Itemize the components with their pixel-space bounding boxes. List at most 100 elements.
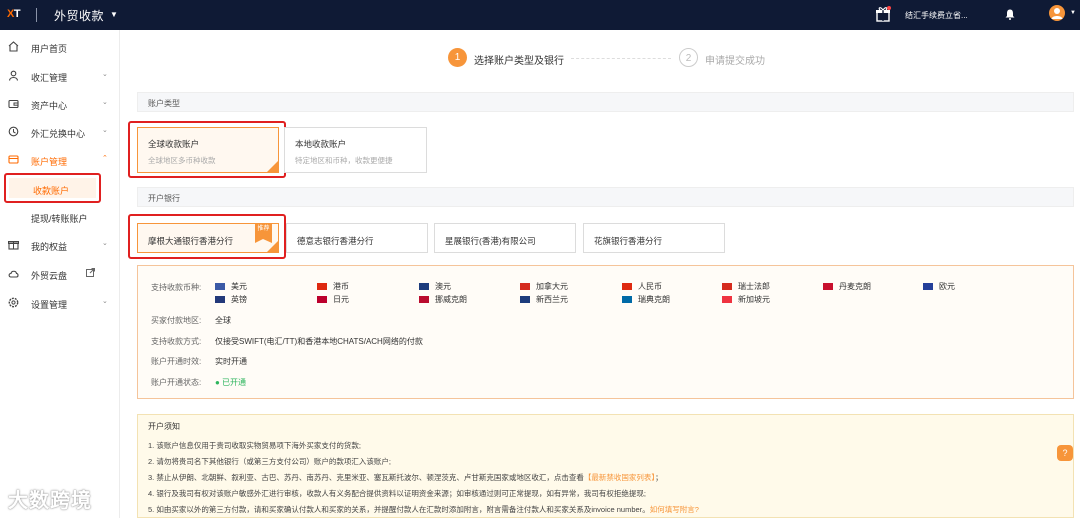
section-title: 账户类型 [148, 99, 180, 108]
notice-title: 开户须知 [148, 422, 180, 431]
user-icon [8, 70, 19, 81]
currency-item: 瑞典克朗 [622, 294, 670, 305]
external-link-icon [86, 268, 95, 279]
sidebar-item-label: 我的权益 [31, 242, 68, 252]
chevron-down-icon: ⌄ [102, 99, 108, 106]
option-title: 星展银行(香港)有限公司 [445, 236, 536, 246]
flag-icon [520, 283, 530, 290]
gift-icon[interactable] [876, 6, 891, 22]
currency-item: 美元 [215, 281, 247, 292]
currency-item: 瑞士法郎 [722, 281, 770, 292]
currency-item: 港币 [317, 281, 349, 292]
currency-item: 英镑 [215, 294, 247, 305]
currency-item: 日元 [317, 294, 349, 305]
timing-value: 实时开通 [215, 357, 247, 366]
chevron-down-icon: ⌄ [102, 240, 108, 247]
status-label: 账户开通状态: [151, 378, 202, 387]
home-icon [8, 41, 19, 52]
sidebar-item-settings[interactable]: 设置管理 ⌄ [0, 292, 120, 314]
chevron-down-icon: ⌄ [102, 71, 108, 78]
flag-icon [722, 283, 732, 290]
timing-label: 账户开通时效: [151, 357, 202, 366]
section-bank: 开户银行 [137, 187, 1074, 207]
wallet-icon [8, 98, 19, 109]
bell-icon[interactable] [1005, 9, 1015, 20]
exchange-icon [8, 126, 19, 137]
company-name[interactable]: 结汇手续费立省... [905, 10, 968, 21]
sidebar: 用户首页 收汇管理 ⌄ 资产中心 ⌄ 外汇兑换中心 ⌄ 账户管理 ⌃ 收款账户 … [0, 30, 120, 518]
help-button[interactable]: ? [1057, 445, 1073, 461]
notice-item: 5. 如由买家以外的第三方付款，请和买家确认付款人和买家的关系，并提醒付款人在汇… [148, 505, 699, 514]
divider [36, 8, 37, 22]
sidebar-item-withdraw-account[interactable]: 提现/转账账户 [0, 206, 120, 228]
account-details-panel: 支持收款币种: 美元 港币 澳元 加拿大元 人民币 瑞士法郎 丹麦克朗 欧元 英镑 日元 挪威克朗 新… [137, 265, 1074, 399]
flag-icon [215, 283, 225, 290]
currency-item: 新西兰元 [520, 294, 568, 305]
method-value: 仅接受SWIFT(电汇/TT)和香港本地CHATS/ACH网络的付款 [215, 337, 423, 346]
flag-icon [317, 296, 327, 303]
chevron-down-icon[interactable]: ▼ [110, 10, 118, 19]
currency-item: 丹麦克朗 [823, 281, 871, 292]
payer-region-label: 买家付款地区: [151, 316, 202, 325]
flag-icon [215, 296, 225, 303]
step-label: 选择账户类型及银行 [474, 56, 564, 67]
flag-icon [419, 296, 429, 303]
option-title: 本地收款账户 [295, 139, 347, 149]
flag-icon [823, 283, 833, 290]
chevron-up-icon: ⌃ [102, 155, 108, 162]
flag-icon [622, 296, 632, 303]
watermark: 大数跨境 [8, 490, 92, 512]
gift-icon [8, 239, 19, 250]
chevron-down-icon[interactable]: ▼ [1070, 10, 1076, 16]
banned-country-link[interactable]: 【最新禁收国家列表】 [584, 473, 655, 482]
currency-item: 加拿大元 [520, 281, 568, 292]
flag-icon [317, 283, 327, 290]
logo[interactable]: XT [7, 8, 21, 20]
notice-item: 2. 请勿将贵司名下其他银行（或第三方支付公司）账户的款项汇入该账户; [148, 457, 391, 466]
sidebar-item-benefits[interactable]: 我的权益 ⌄ [0, 234, 120, 256]
sidebar-item-cloud[interactable]: 外贸云盘 [0, 263, 120, 285]
currency-item: 挪威克朗 [419, 294, 467, 305]
flag-icon [520, 296, 530, 303]
notice-item: 3. 禁止从伊朗、北朝鲜、叙利亚、古巴、苏丹、南苏丹、克里米亚、塞瓦斯托波尔、顿… [148, 473, 663, 482]
option-desc: 特定地区和币种，收款更便捷 [295, 156, 393, 165]
sidebar-item-receiving-account[interactable]: 收款账户 [4, 173, 101, 203]
sidebar-item-label: 账户管理 [31, 157, 68, 167]
status-badge: ● 已开通 [215, 378, 247, 387]
sidebar-item-label: 收汇管理 [31, 73, 68, 83]
section-account-type: 账户类型 [137, 92, 1074, 112]
sidebar-item-label: 外贸云盘 [31, 271, 68, 281]
sidebar-item-label: 收款账户 [33, 186, 70, 196]
sidebar-item-label: 用户首页 [31, 44, 68, 54]
remark-help-link[interactable]: 如何填写附言? [650, 505, 699, 514]
bank-option-citi[interactable]: 花旗银行香港分行 [583, 223, 725, 253]
flag-icon [722, 296, 732, 303]
step-label: 申请提交成功 [705, 56, 765, 67]
section-title: 开户银行 [148, 194, 180, 203]
sidebar-item-label: 资产中心 [31, 101, 68, 111]
currency-label: 支持收款币种: [151, 283, 202, 292]
sidebar-item-fx[interactable]: 外汇兑换中心 ⌄ [0, 121, 120, 143]
step-number: 2 [679, 48, 698, 67]
flag-icon [419, 283, 429, 290]
payer-region-value: 全球 [215, 316, 231, 325]
bank-option-deutsche[interactable]: 德意志银行香港分行 [286, 223, 428, 253]
bank-option-dbs[interactable]: 星展银行(香港)有限公司 [434, 223, 576, 253]
chevron-down-icon: ⌄ [102, 298, 108, 305]
sidebar-item-home[interactable]: 用户首页 [0, 36, 120, 58]
step-connector [571, 58, 671, 59]
currency-item: 新加坡元 [722, 294, 770, 305]
sidebar-item-account[interactable]: 账户管理 ⌃ [0, 149, 120, 171]
account-type-local[interactable]: 本地收款账户 特定地区和币种，收款更便捷 [284, 127, 427, 173]
currency-item: 人民币 [622, 281, 662, 292]
currency-item: 欧元 [923, 281, 955, 292]
step-number: 1 [448, 48, 467, 67]
sidebar-item-assets[interactable]: 资产中心 ⌄ [0, 93, 120, 115]
app-title[interactable]: 外贸收款 [54, 7, 104, 24]
avatar[interactable] [1049, 5, 1065, 21]
highlight-box [128, 121, 286, 178]
sidebar-item-collection[interactable]: 收汇管理 ⌄ [0, 65, 120, 87]
highlight-box [128, 214, 286, 259]
method-label: 支持收款方式: [151, 337, 202, 346]
flag-icon [923, 283, 933, 290]
